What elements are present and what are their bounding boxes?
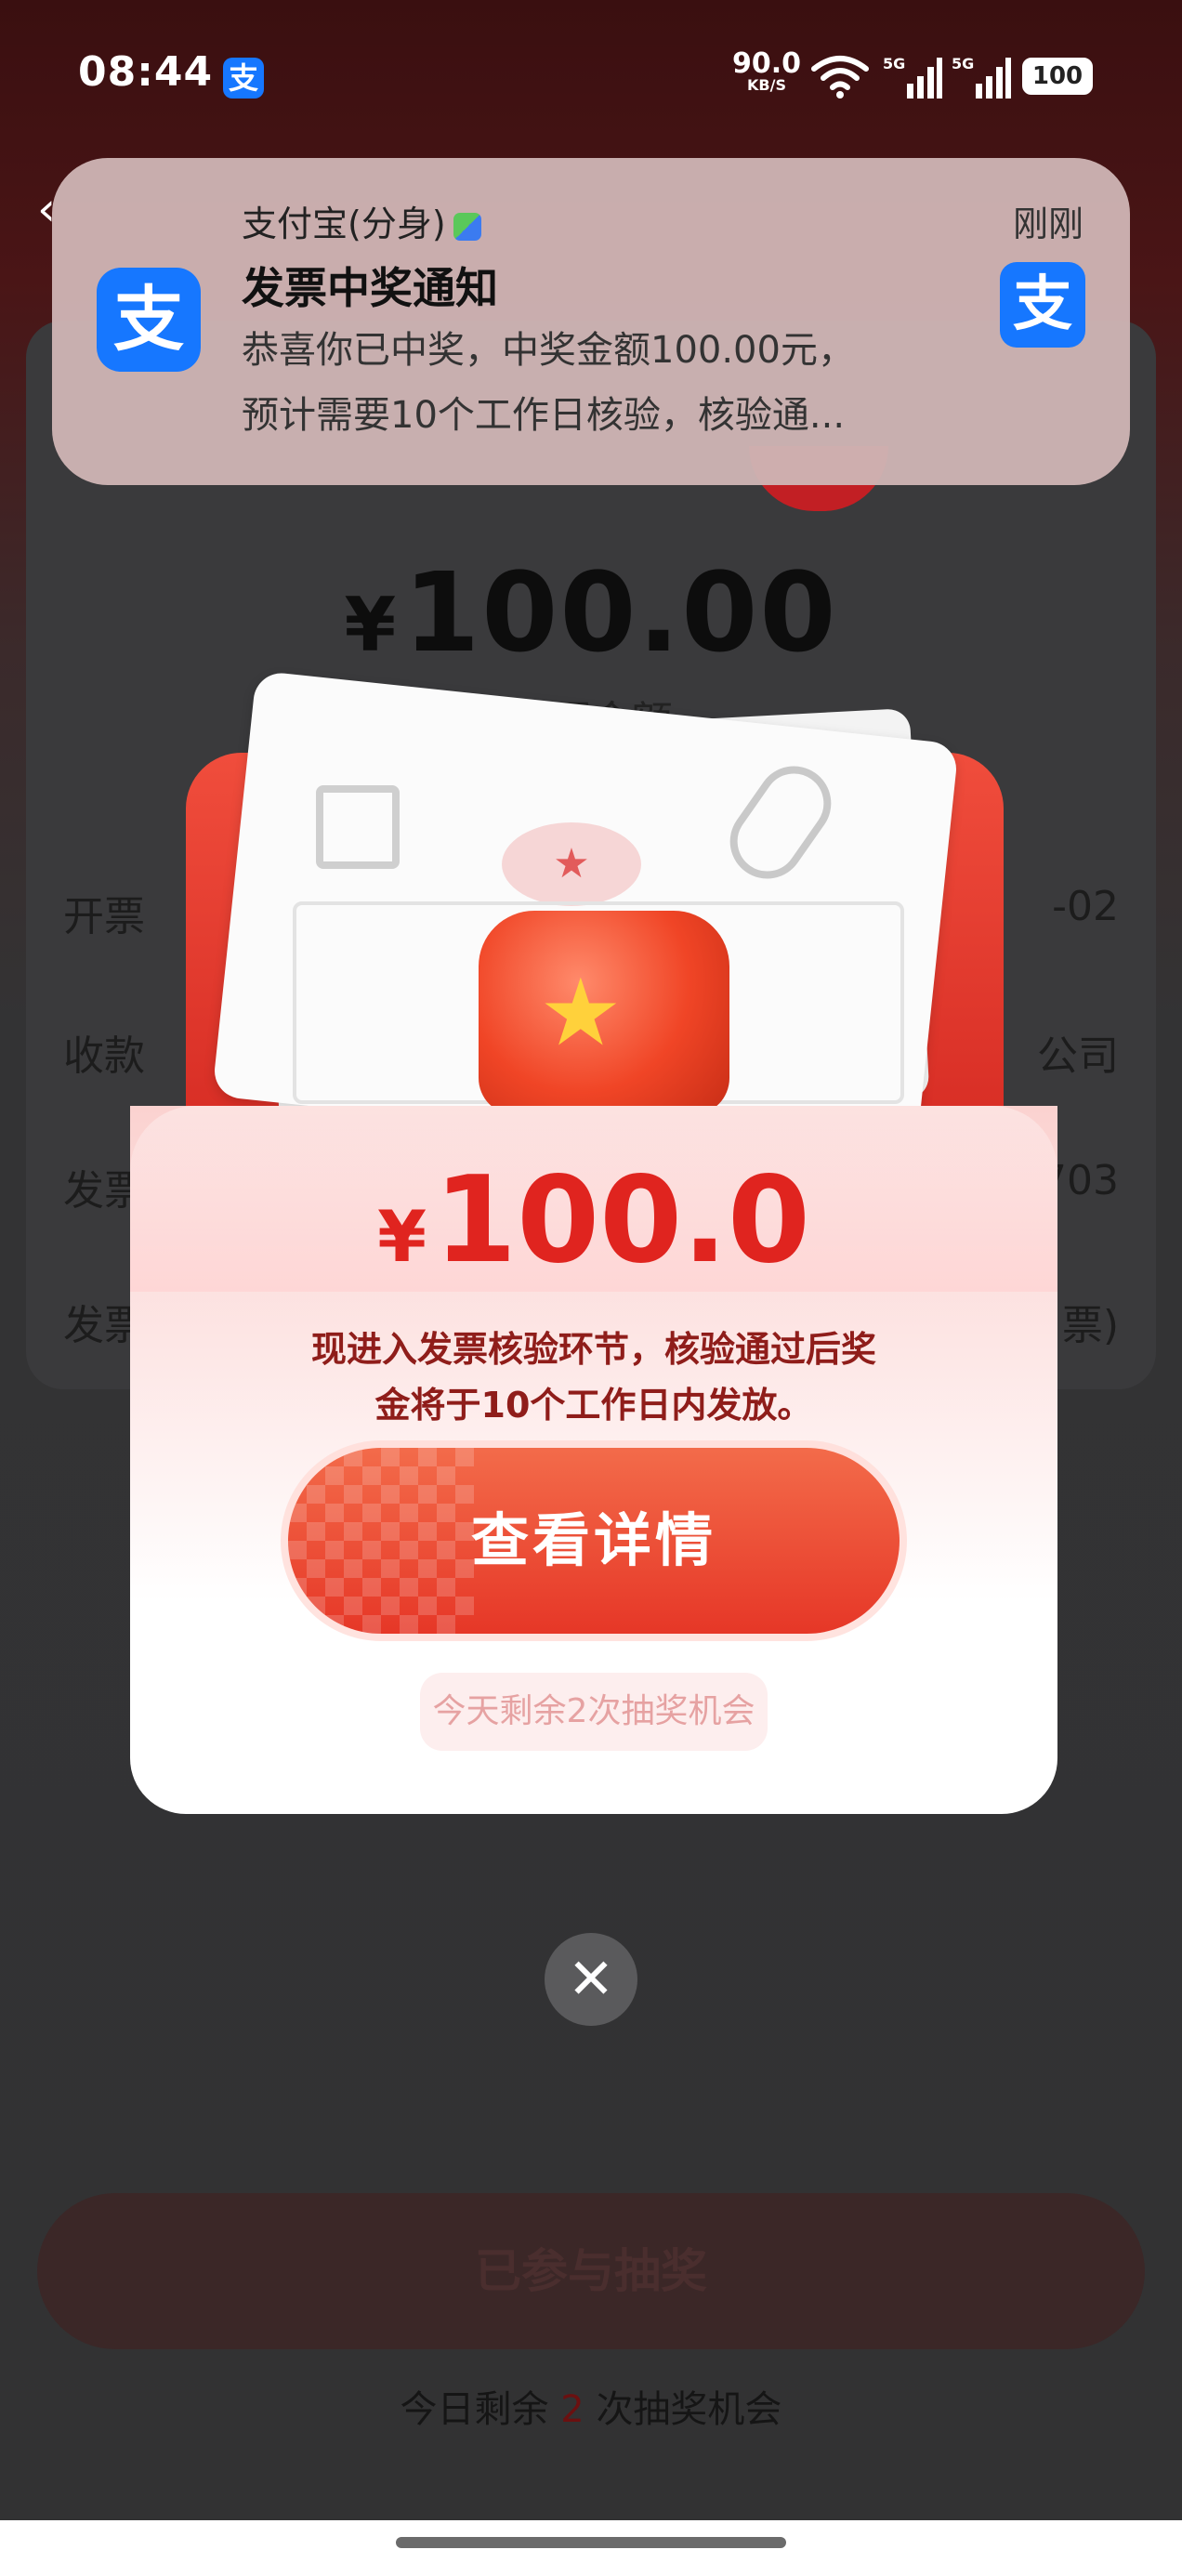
alipay-thumbnail-icon: 支 bbox=[1000, 262, 1085, 348]
cellular-signal-1-icon: 5G bbox=[883, 55, 942, 99]
navigation-bar-area bbox=[0, 2520, 1182, 2576]
invoice-amount: ¥100.00 bbox=[0, 548, 1182, 677]
battery-icon: 100 bbox=[1022, 58, 1093, 95]
notification-title: 发票中奖通知 bbox=[242, 263, 498, 313]
popup-remaining-chances: 今天剩余2次抽奖机会 bbox=[420, 1673, 768, 1751]
button-pattern bbox=[288, 1448, 474, 1634]
notification-body-line2: 预计需要10个工作日核验，核验通... bbox=[242, 394, 846, 437]
prize-popup: ★ ★ ¥100.0 现进入发票核验环节，核验通过后奖 金将于10个工作日内发放… bbox=[130, 670, 1057, 1814]
row-value-invoice-type: 票) bbox=[1061, 1302, 1119, 1349]
notification-body: 恭喜你已中奖，中奖金额100.00元， 预计需要10个工作日核验，核验通... bbox=[242, 318, 1041, 448]
seal-star-icon: ★ bbox=[502, 822, 641, 906]
notification-app-label: 支付宝(分身) bbox=[242, 204, 446, 244]
view-details-button[interactable]: 查看详情 bbox=[288, 1448, 900, 1634]
notification-app-name: 支付宝(分身) bbox=[242, 195, 481, 246]
prize-description-line2: 金将于10个工作日内发放。 bbox=[374, 1385, 813, 1426]
remain-prefix: 今日剩余 bbox=[400, 2388, 549, 2431]
gold-star-icon: ★ bbox=[539, 958, 623, 1067]
prize-currency: ¥ bbox=[377, 1195, 427, 1278]
view-details-label: 查看详情 bbox=[470, 1506, 716, 1574]
prize-amount: ¥100.0 bbox=[130, 1162, 1057, 1281]
alipay-app-icon: 支 bbox=[97, 268, 201, 372]
cellular-signal-2-icon: 5G bbox=[952, 55, 1011, 99]
remaining-chances-text: 今日剩余 2 次抽奖机会 bbox=[0, 2379, 1182, 2433]
amount-value: 100.00 bbox=[403, 548, 838, 677]
remain-count: 2 bbox=[560, 2388, 584, 2431]
home-indicator[interactable] bbox=[396, 2537, 786, 2548]
prize-description-line1: 现进入发票核验环节，核验通过后奖 bbox=[310, 1329, 876, 1370]
notification-banner[interactable]: 支 支付宝(分身) 刚刚 发票中奖通知 恭喜你已中奖，中奖金额100.00元， … bbox=[52, 158, 1130, 485]
row-value-issue: -02 bbox=[1052, 883, 1119, 930]
notification-body-line1: 恭喜你已中奖，中奖金额100.00元， bbox=[242, 329, 855, 372]
network-speed-unit: KB/S bbox=[747, 76, 786, 94]
currency-symbol: ¥ bbox=[344, 582, 399, 668]
wifi-icon bbox=[811, 56, 869, 99]
network-speed: 90.0 KB/S bbox=[732, 50, 801, 93]
joined-lottery-button[interactable]: 已参与抽奖 bbox=[37, 2193, 1145, 2349]
alipay-status-icon: 支 bbox=[223, 58, 264, 99]
clock: 08:44 bbox=[78, 48, 214, 96]
close-popup-icon[interactable]: ✕ bbox=[545, 1933, 637, 2026]
remain-suffix: 次抽奖机会 bbox=[596, 2388, 782, 2431]
signal2-label: 5G bbox=[952, 55, 974, 72]
status-bar: 08:44 支 90.0 KB/S 5G 5G 100 bbox=[0, 0, 1182, 158]
notification-time: 刚刚 bbox=[1012, 204, 1084, 244]
prize-description: 现进入发票核验环节，核验通过后奖 金将于10个工作日内发放。 bbox=[130, 1321, 1057, 1433]
clone-badge-icon bbox=[453, 212, 481, 241]
prize-amount-value: 100.0 bbox=[434, 1151, 810, 1290]
network-speed-value: 90.0 bbox=[732, 47, 802, 80]
signal1-label: 5G bbox=[883, 55, 905, 72]
qr-code-icon bbox=[316, 785, 400, 869]
